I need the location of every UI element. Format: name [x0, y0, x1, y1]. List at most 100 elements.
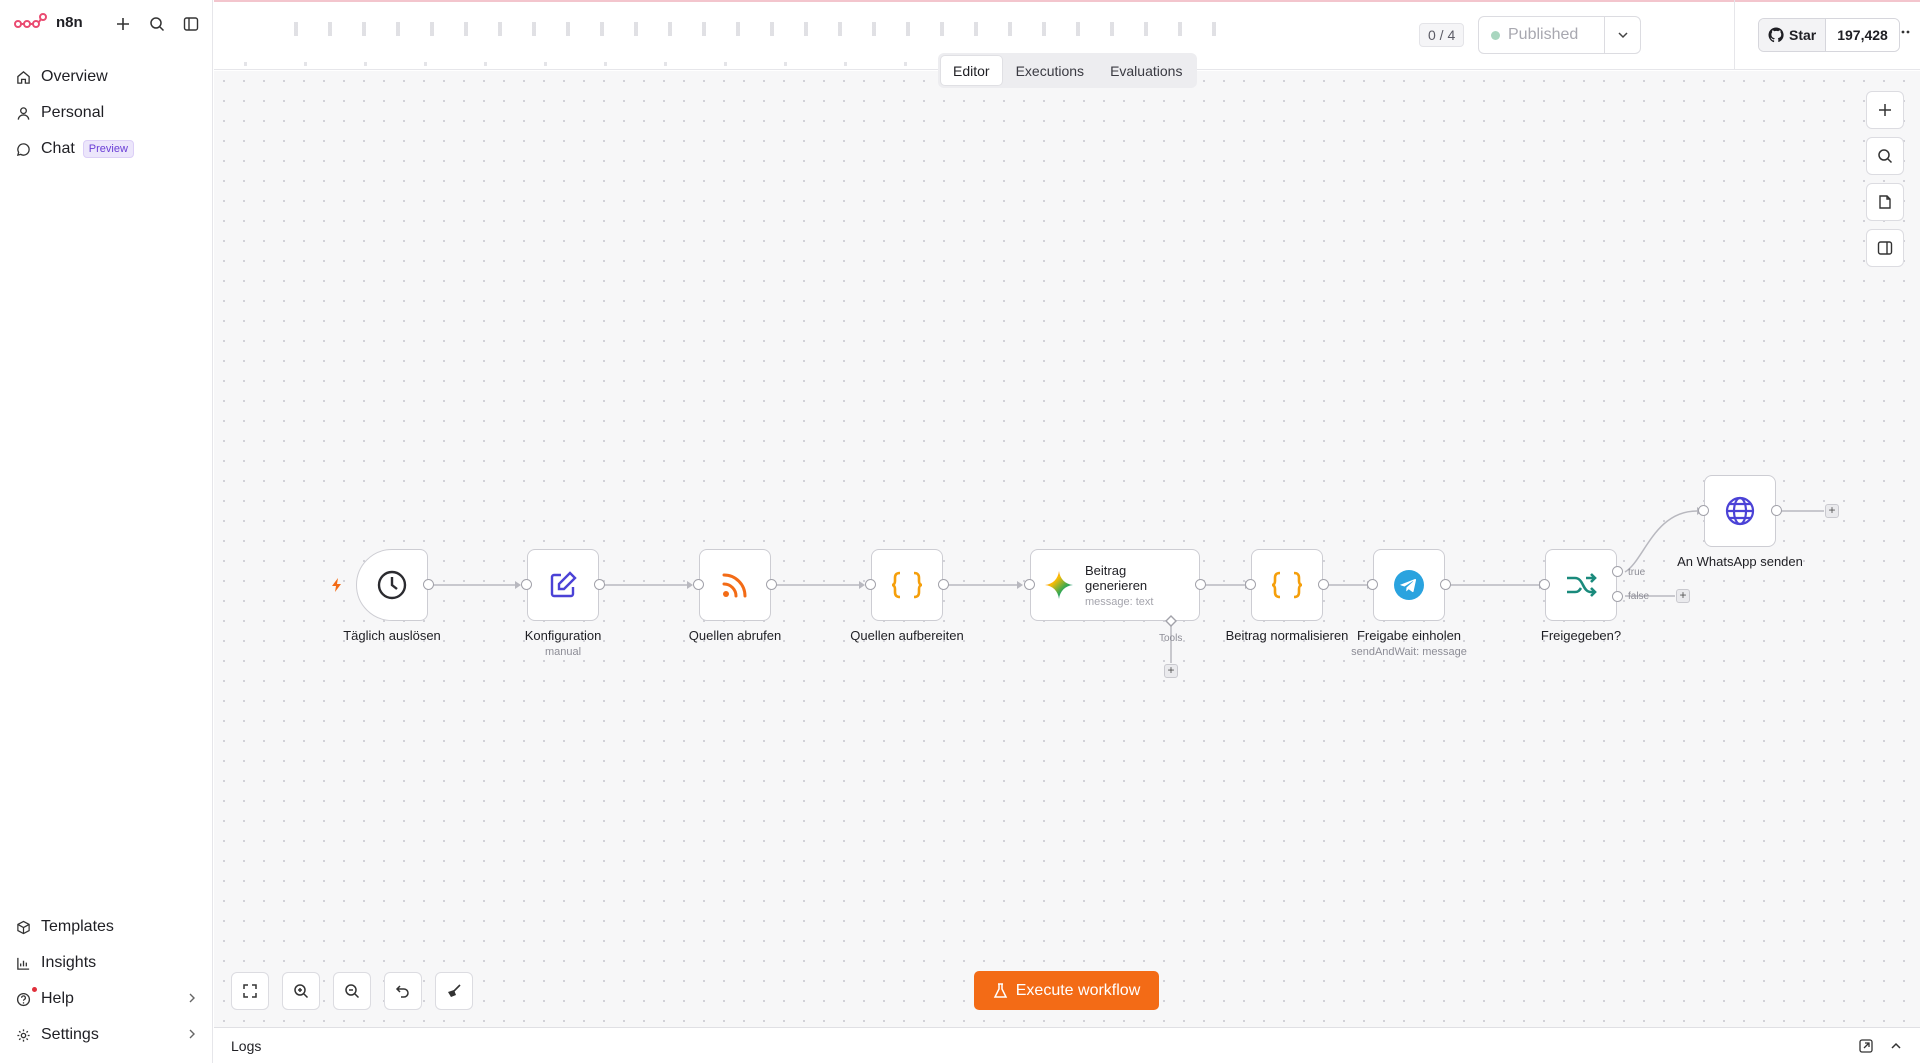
box-icon [17, 920, 30, 934]
input-handle[interactable] [1698, 505, 1709, 516]
node-an-whatsapp-senden[interactable] [1704, 475, 1776, 547]
zoom-to-fit-button[interactable] [231, 972, 269, 1010]
true-output-handle[interactable] [1612, 566, 1623, 577]
tools-connector-diamond[interactable] [1165, 615, 1177, 627]
gear-icon [17, 1028, 30, 1042]
sidebar-actions [113, 14, 201, 34]
sidebar-item-chat[interactable]: Chat Preview [0, 131, 213, 167]
execute-workflow-button[interactable]: Execute workflow [974, 971, 1159, 1010]
code-braces-icon [1271, 571, 1303, 599]
node-quellen-aufbereiten[interactable] [871, 549, 943, 621]
undo-button[interactable] [384, 972, 422, 1010]
zoom-in-button[interactable] [282, 972, 320, 1010]
edit-icon [550, 571, 577, 598]
published-button[interactable]: Published [1479, 17, 1604, 53]
input-handle[interactable] [521, 579, 532, 590]
sidebar-item-templates[interactable]: Templates [0, 909, 213, 945]
output-handle[interactable] [1771, 505, 1782, 516]
collapse-sidebar-button[interactable] [181, 14, 201, 34]
star-count[interactable]: 197,428 [1826, 19, 1899, 51]
execute-label: Execute workflow [1015, 981, 1141, 999]
sidebar-item-overview[interactable]: Overview [0, 59, 213, 95]
output-handle[interactable] [1195, 579, 1206, 590]
search-icon [150, 17, 165, 32]
home-icon [17, 70, 30, 84]
tab-editor[interactable]: Editor [941, 56, 1002, 85]
logs-label: Logs [231, 1038, 262, 1054]
node-taeglich-ausloesen[interactable] [356, 549, 428, 621]
input-handle[interactable] [693, 579, 704, 590]
sidebar-item-label: Chat [41, 140, 75, 157]
trigger-bolt-icon [332, 578, 341, 592]
sidebar: n8n Overview Personal Chat Preview Templ… [0, 0, 213, 1063]
node-konfiguration[interactable] [527, 549, 599, 621]
chevron-down-icon [1617, 32, 1628, 39]
input-handle[interactable] [1024, 579, 1035, 590]
node-beitrag-generieren[interactable]: Beitrag generieren message: text [1030, 549, 1200, 621]
tidy-up-button[interactable] [435, 972, 473, 1010]
node-beitrag-normalisieren[interactable] [1251, 549, 1323, 621]
node-label: Freigegeben? [1540, 628, 1622, 643]
sidebar-item-label: Settings [41, 1026, 99, 1043]
sidebar-item-personal[interactable]: Personal [0, 95, 213, 131]
chevron-right-icon [189, 993, 195, 1003]
logs-bar[interactable]: Logs [214, 1027, 1920, 1063]
node-subtitle: manual [544, 646, 582, 658]
sidebar-item-label: Insights [41, 954, 97, 971]
node-label: Beitrag generieren [1085, 562, 1148, 593]
false-output-handle[interactable] [1612, 591, 1623, 602]
chat-icon [16, 142, 30, 156]
node-label: Quellen aufbereiten [850, 628, 964, 643]
output-handle[interactable] [938, 579, 949, 590]
add-node-after-button[interactable]: + [1825, 504, 1839, 518]
rss-icon [722, 573, 747, 598]
sidebar-nav-top: Overview Personal Chat Preview [0, 59, 213, 167]
output-handle[interactable] [766, 579, 777, 590]
input-handle[interactable] [1245, 579, 1256, 590]
github-star: Star 197,428 [1758, 18, 1900, 52]
sidebar-item-insights[interactable]: Insights [0, 945, 213, 981]
flask-icon [993, 982, 1007, 998]
globe-icon [1725, 496, 1755, 526]
sidebar-item-settings[interactable]: Settings [0, 1017, 213, 1053]
pop-out-logs-button[interactable] [1858, 1038, 1874, 1054]
input-handle[interactable] [865, 579, 876, 590]
node-quellen-abrufen[interactable] [699, 549, 771, 621]
github-star-button[interactable]: Star [1759, 19, 1827, 51]
brand[interactable]: n8n [14, 12, 83, 32]
user-icon [17, 106, 30, 120]
header-accent-line [214, 0, 1920, 2]
search-button[interactable] [147, 14, 167, 34]
chevron-right-icon [189, 1029, 195, 1039]
version-counter: 0 / 4 [1419, 23, 1465, 47]
node-label: Beitrag normalisieren [1225, 628, 1349, 643]
tab-executions[interactable]: Executions [1004, 56, 1096, 85]
chart-icon [17, 957, 30, 970]
publish-dropdown-button[interactable] [1604, 17, 1640, 53]
zoom-out-button[interactable] [333, 972, 371, 1010]
add-tool-button[interactable]: + [1164, 664, 1178, 678]
node-label: Quellen abrufen [688, 628, 782, 643]
output-handle[interactable] [1440, 579, 1451, 590]
node-freigabe-einholen[interactable] [1373, 549, 1445, 621]
add-button[interactable] [113, 14, 133, 34]
sidebar-nav-bottom: Templates Insights Help Settings [0, 909, 213, 1053]
input-handle[interactable] [1367, 579, 1378, 590]
output-handle[interactable] [1318, 579, 1329, 590]
help-icon [16, 992, 31, 1006]
header-divider [1734, 0, 1735, 70]
node-freigegeben[interactable] [1545, 549, 1617, 621]
status-label: Published [1508, 26, 1579, 43]
output-handle[interactable] [423, 579, 434, 590]
sidebar-item-label: Overview [41, 68, 108, 85]
input-handle[interactable] [1539, 579, 1550, 590]
tab-evaluations[interactable]: Evaluations [1098, 56, 1194, 85]
github-icon [1768, 27, 1784, 43]
expand-logs-button[interactable] [1888, 1038, 1904, 1054]
publish-control: Published [1478, 16, 1641, 54]
redacted-workflow-title [294, 22, 1224, 36]
output-handle[interactable] [594, 579, 605, 590]
sidebar-item-help[interactable]: Help [0, 981, 213, 1017]
add-false-branch-button[interactable]: + [1676, 589, 1690, 603]
zoom-in-icon [294, 984, 309, 999]
